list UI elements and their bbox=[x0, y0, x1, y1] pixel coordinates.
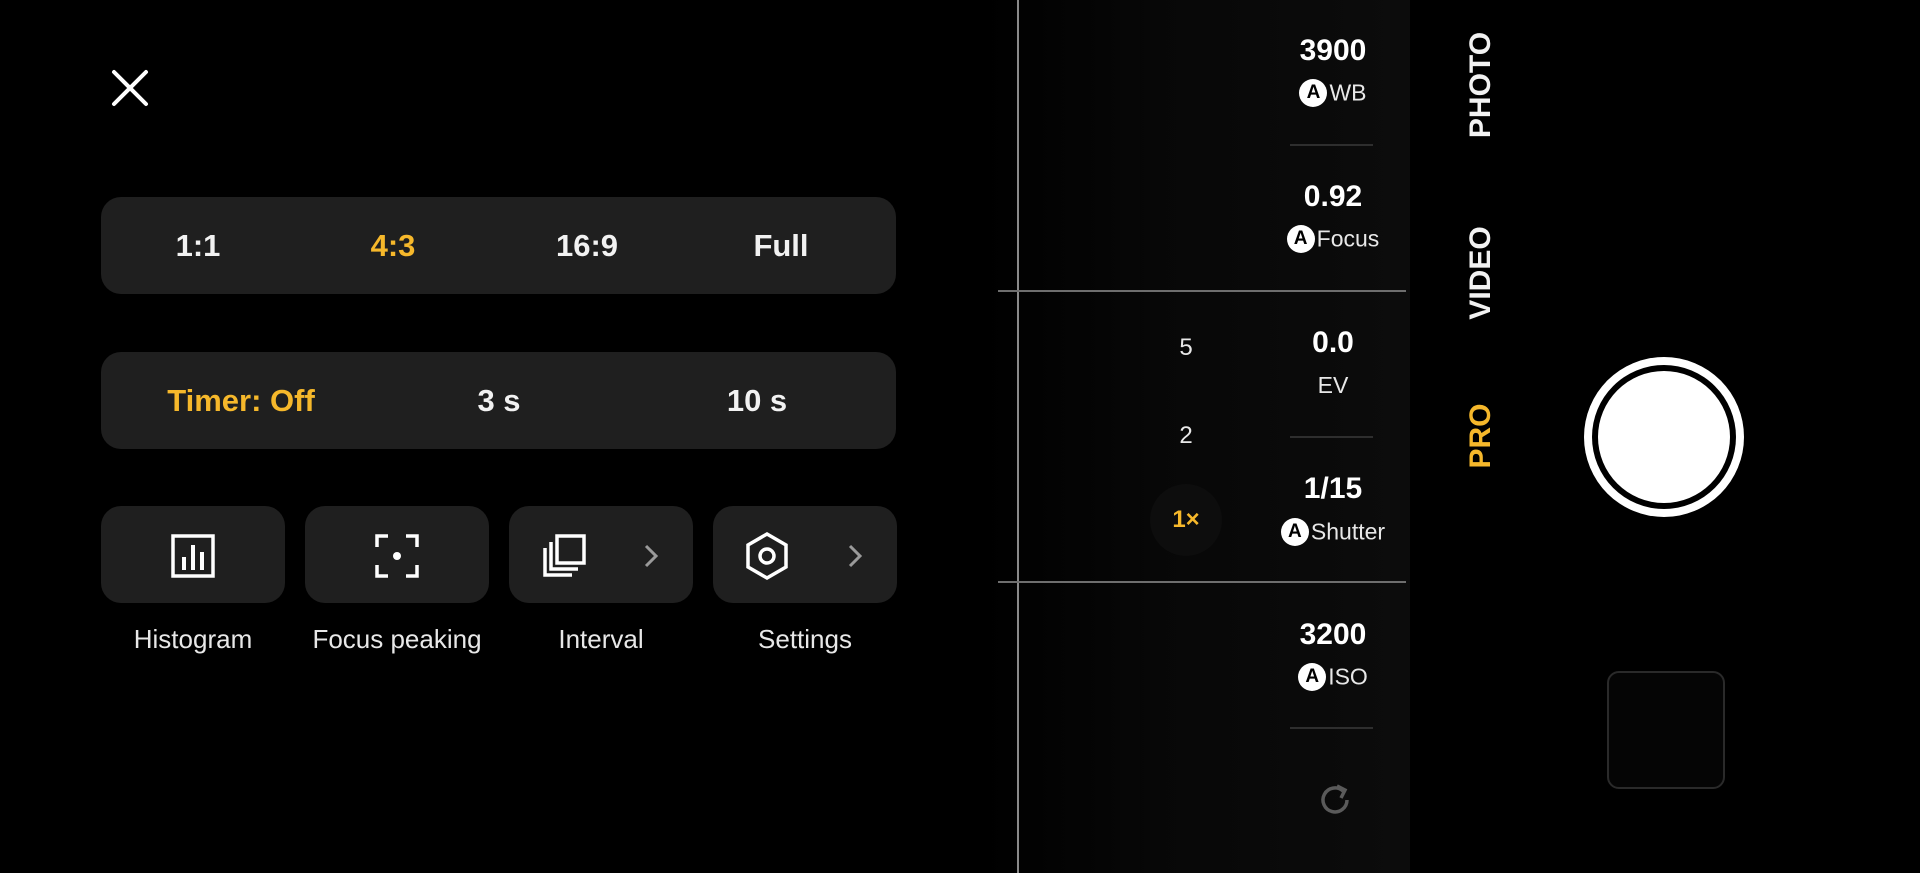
aspect-option-1-1[interactable]: 1:1 bbox=[128, 197, 268, 294]
param-separator bbox=[1290, 727, 1373, 729]
grid-horizontal-line-bottom bbox=[998, 581, 1406, 583]
shutter-label: Shutter bbox=[1310, 518, 1386, 545]
histogram-icon bbox=[171, 534, 215, 578]
focus-mode[interactable]: A Focus bbox=[1233, 224, 1433, 253]
gallery-thumbnail[interactable] bbox=[1607, 671, 1725, 789]
focus-peaking-button[interactable] bbox=[305, 506, 489, 603]
grid-vertical-line bbox=[1017, 0, 1019, 873]
aspect-option-16-9[interactable]: 16:9 bbox=[517, 197, 657, 294]
close-button[interactable] bbox=[108, 66, 152, 110]
interval-label: Interval bbox=[558, 624, 644, 654]
focus-peaking-icon bbox=[375, 534, 419, 578]
reset-icon bbox=[1321, 784, 1349, 814]
iso-label: ISO bbox=[1328, 663, 1368, 690]
grid-horizontal-line-top bbox=[998, 290, 1406, 292]
reset-button[interactable] bbox=[1315, 780, 1355, 820]
aspect-ratio-selector: 1:1 4:3 16:9 Full bbox=[101, 197, 896, 294]
focus-label: Focus bbox=[1316, 225, 1380, 252]
settings-icon bbox=[746, 531, 788, 581]
focus-value[interactable]: 0.92 bbox=[1253, 180, 1413, 214]
histogram-button[interactable] bbox=[101, 506, 285, 603]
mode-photo[interactable]: PHOTO bbox=[1464, 15, 1498, 155]
param-separator bbox=[1290, 144, 1373, 146]
ev-value[interactable]: 0.0 bbox=[1253, 326, 1413, 360]
auto-badge: A bbox=[1286, 224, 1315, 253]
settings-button[interactable] bbox=[713, 506, 897, 603]
iso-value[interactable]: 3200 bbox=[1253, 618, 1413, 652]
timer-option-off[interactable]: Timer: Off bbox=[141, 352, 341, 449]
histogram-label: Histogram bbox=[133, 624, 253, 654]
shutter-value[interactable]: 1/15 bbox=[1253, 472, 1413, 506]
zoom-level-2[interactable]: 2 bbox=[1146, 422, 1226, 450]
aspect-option-4-3[interactable]: 4:3 bbox=[323, 197, 463, 294]
settings-label: Settings bbox=[758, 624, 852, 654]
shutter-mode[interactable]: A Shutter bbox=[1233, 517, 1433, 546]
aspect-option-full[interactable]: Full bbox=[711, 197, 851, 294]
wb-value[interactable]: 3900 bbox=[1253, 34, 1413, 68]
chevron-right-icon bbox=[644, 544, 659, 568]
auto-badge: A bbox=[1280, 517, 1309, 546]
iso-mode[interactable]: A ISO bbox=[1233, 662, 1433, 691]
interval-icon bbox=[543, 534, 586, 577]
shutter-core bbox=[1598, 371, 1730, 503]
timer-option-3s[interactable]: 3 s bbox=[419, 352, 579, 449]
timer-option-10s[interactable]: 10 s bbox=[677, 352, 837, 449]
param-separator bbox=[1290, 436, 1373, 438]
wb-mode[interactable]: A WB bbox=[1233, 78, 1433, 107]
wb-label: WB bbox=[1329, 79, 1367, 106]
zoom-level-1x[interactable]: 1× bbox=[1150, 484, 1222, 556]
mode-video[interactable]: VIDEO bbox=[1464, 203, 1498, 343]
ev-label[interactable]: EV bbox=[1233, 372, 1433, 399]
auto-badge: A bbox=[1299, 78, 1328, 107]
zoom-level-1x-label: 1× bbox=[1172, 506, 1200, 533]
shutter-button[interactable] bbox=[1584, 357, 1744, 517]
zoom-level-5[interactable]: 5 bbox=[1146, 334, 1226, 362]
close-icon bbox=[112, 70, 148, 106]
mode-pro[interactable]: PRO bbox=[1464, 366, 1498, 506]
interval-button[interactable] bbox=[509, 506, 693, 603]
chevron-right-icon bbox=[848, 544, 863, 568]
auto-badge: A bbox=[1298, 662, 1327, 691]
focus-peaking-label: Focus peaking bbox=[312, 624, 482, 654]
timer-selector: Timer: Off 3 s 10 s bbox=[101, 352, 896, 449]
